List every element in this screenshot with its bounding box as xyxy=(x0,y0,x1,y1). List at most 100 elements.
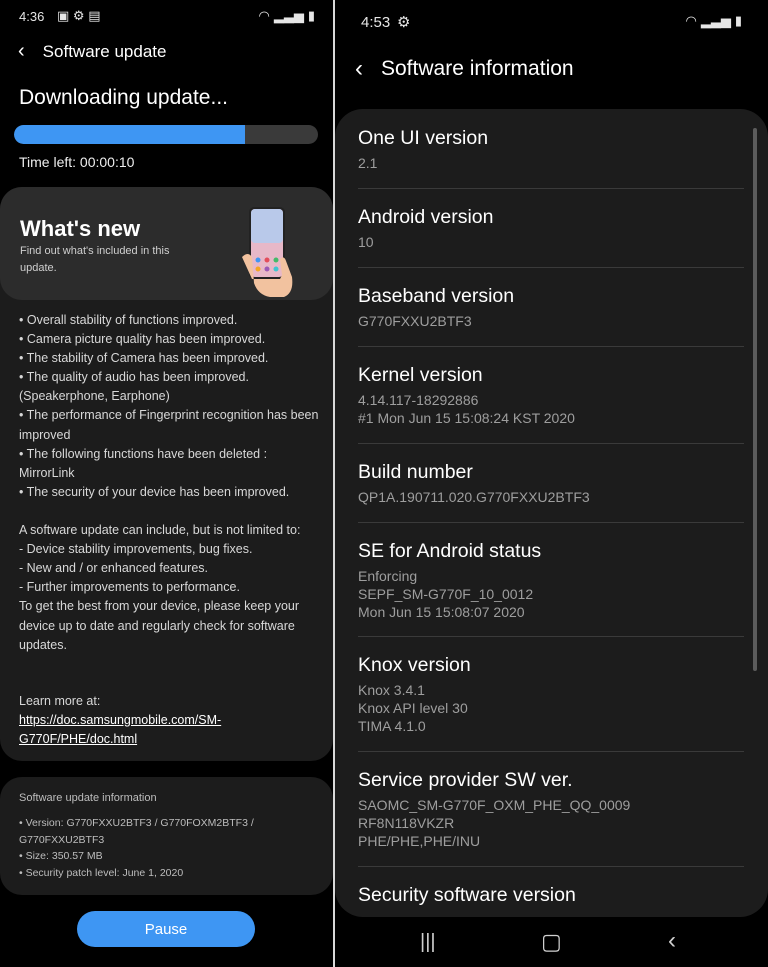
pause-button[interactable]: Pause xyxy=(77,911,255,947)
release-note-line: - New and / or enhanced features. xyxy=(19,561,209,576)
battery-icon: ▮ xyxy=(734,13,742,28)
info-row-value: 4.14.117-18292886 xyxy=(358,392,479,408)
info-row-value: SEPF_SM-G770F_10_0012 xyxy=(358,586,534,602)
release-note-line: • Camera picture quality has been improv… xyxy=(19,332,266,347)
battery-icon: ▮ xyxy=(307,8,315,23)
info-row[interactable]: Build number QP1A.190711.020.G770FXXU2BTF… xyxy=(335,443,768,522)
release-note-line: • The security of your device has been i… xyxy=(19,484,290,499)
info-row-values: SAOMC_SM-G770F_OXM_PHE_QQ_0009 RF8N118VKZ… xyxy=(358,796,748,850)
release-note-line: • The quality of audio has been improved… xyxy=(19,370,249,385)
release-note-line: • The performance of Fingerprint recogni… xyxy=(19,408,319,442)
info-row-value: Enforcing xyxy=(358,568,418,584)
info-row-values: 4.14.117-18292886 #1 Mon Jun 15 15:08:24 … xyxy=(358,391,748,427)
gear-icon: ⚙ xyxy=(397,14,411,31)
gear-icon: ⚙ xyxy=(72,8,85,23)
info-row-value: Knox API level 30 xyxy=(358,700,468,716)
info-row-label: Baseband version xyxy=(358,285,515,307)
info-row[interactable]: Baseband version G770FXXU2BTF3 xyxy=(335,267,768,346)
update-info-size: • Size: 350.57 MB xyxy=(19,850,103,862)
info-row[interactable]: SE for Android status Enforcing SEPF_SM-G7… xyxy=(335,522,768,636)
back-icon[interactable]: ‹ xyxy=(18,40,25,63)
download-progress-bar xyxy=(14,125,318,144)
info-row-label: Build number xyxy=(358,461,473,483)
signal-icon: ▂▃▅ xyxy=(700,13,731,28)
info-row-label: Knox version xyxy=(358,654,471,676)
software-update-screen: 4:36 ▣ ⚙ ▤ ◠ ▂▃▅ ▮ ‹ Software update Dow… xyxy=(0,0,333,967)
software-info-list: One UI version 2.1 Android version 10 Baseba… xyxy=(335,109,768,917)
status-system-icons: ◠ ▂▃▅ ▮ xyxy=(259,8,316,24)
info-row-value: Knox 3.4.1 xyxy=(358,682,425,698)
wifi-icon: ◠ xyxy=(258,8,270,23)
signal-icon: ▂▃▅ xyxy=(273,8,304,23)
wifi-icon: ◠ xyxy=(685,13,697,28)
info-row-value: SAOMC_SM-G770F_OXM_PHE_QQ_0009 xyxy=(358,797,631,813)
page-title: Software update xyxy=(42,41,167,61)
info-row-value: G770FXXU2BTF3 xyxy=(358,313,472,329)
info-row[interactable]: Android version 10 xyxy=(335,188,768,267)
info-row[interactable]: Knox version Knox 3.4.1 Knox API level 30 T… xyxy=(335,636,768,751)
release-note-line: To get the best from your device, please… xyxy=(19,599,300,652)
info-row[interactable]: Security software version xyxy=(335,866,768,917)
info-row-value: RF8N118VKZR xyxy=(358,815,455,831)
header: ‹ Software information xyxy=(355,55,574,83)
phone-in-hand-illustration xyxy=(242,207,293,297)
back-icon[interactable]: ‹ xyxy=(355,55,363,83)
info-row[interactable]: Kernel version 4.14.117-18292886 #1 Mon Ju… xyxy=(335,346,768,443)
update-info-body: • Version: G770FXXU2BTF3 / G770FOXM2BTF3… xyxy=(19,815,309,881)
status-system-icons: ◠ ▂▃▅ ▮ xyxy=(686,13,743,29)
update-info-patch: • Security patch level: June 1, 2020 xyxy=(19,866,184,879)
release-notes: • Overall stability of functions improve… xyxy=(19,311,319,655)
recents-icon[interactable]: ||| xyxy=(420,931,436,954)
release-note-line: • The stability of Camera has been impro… xyxy=(19,351,269,366)
info-row-label: Android version xyxy=(358,206,494,228)
release-note-line xyxy=(19,502,319,521)
release-note-line: A software update can include, but is no… xyxy=(19,523,301,538)
image-icon: ▣ xyxy=(57,8,70,23)
release-note-line: • Overall stability of functions improve… xyxy=(19,313,238,327)
info-row-value: TIMA 4.1.0 xyxy=(358,718,426,734)
whats-new-subtitle: Find out what's included in this update. xyxy=(20,245,170,274)
info-row-label: Security software version xyxy=(358,884,576,906)
info-row-values: G770FXXU2BTF3 xyxy=(358,312,748,330)
info-row-values: Knox 3.4.1 Knox API level 30 TIMA 4.1.0 xyxy=(358,681,748,735)
status-time: 4:53 xyxy=(361,14,391,31)
header: ‹ Software update xyxy=(18,40,166,63)
release-note-line: (Speakerphone, Earphone) xyxy=(19,389,170,404)
status-time: 4:36 xyxy=(19,9,45,24)
navigation-bar: ||| ▢ ‹ xyxy=(335,917,768,967)
info-rows: One UI version 2.1 Android version 10 Baseba… xyxy=(335,109,768,917)
info-row-value: 10 xyxy=(358,234,374,250)
time-left: Time left: 00:00:10 xyxy=(19,154,135,170)
release-note-line: • The following functions have been dele… xyxy=(19,446,268,480)
release-note-line: - Device stability improvements, bug fix… xyxy=(19,542,253,557)
info-row-value: PHE/PHE,PHE/INU xyxy=(358,833,481,849)
learn-more-label: Learn more at: xyxy=(19,694,101,708)
info-row-value: 2.1 xyxy=(358,155,378,171)
page-title: Software information xyxy=(381,57,574,80)
scrollbar[interactable] xyxy=(753,128,757,671)
update-info-title: Software update information xyxy=(19,792,157,804)
learn-more: Learn more at: https://doc.samsungmobile… xyxy=(19,692,319,749)
info-row-label: One UI version xyxy=(358,127,489,149)
learn-more-link[interactable]: https://doc.samsungmobile.com/SM-G770F/P… xyxy=(19,711,319,749)
info-row-values: Enforcing SEPF_SM-G770F_10_0012 Mon Jun 15… xyxy=(358,567,748,621)
download-icon: ▤ xyxy=(88,8,101,23)
download-progress-fill xyxy=(14,125,246,144)
status-bar: 4:53 ⚙ ◠ ▂▃▅ ▮ xyxy=(335,0,768,31)
info-row-values: 10 xyxy=(358,233,748,251)
info-row[interactable]: One UI version 2.1 xyxy=(335,109,768,188)
back-icon[interactable]: ‹ xyxy=(668,927,676,955)
software-information-screen: 4:53 ⚙ ◠ ▂▃▅ ▮ ‹ Software information On… xyxy=(335,0,768,967)
home-icon[interactable]: ▢ xyxy=(541,929,562,955)
info-row-value: Mon Jun 15 15:08:07 2020 xyxy=(358,604,525,620)
download-status-title: Downloading update... xyxy=(19,86,228,109)
info-row-values: 2.1 xyxy=(358,154,748,172)
info-row-label: SE for Android status xyxy=(358,540,542,562)
status-bar: 4:36 ▣ ⚙ ▤ ◠ ▂▃▅ ▮ xyxy=(0,0,333,30)
whats-new-card: What's new Find out what's included in t… xyxy=(0,187,333,761)
whats-new-title: What's new xyxy=(20,216,141,241)
update-info-version: • Version: G770FXXU2BTF3 / G770FOXM2BTF3… xyxy=(19,817,254,846)
whats-new-banner: What's new Find out what's included in t… xyxy=(0,187,333,300)
info-row-label: Kernel version xyxy=(358,364,483,386)
info-row[interactable]: Service provider SW ver. SAOMC_SM-G770F_O… xyxy=(335,751,768,866)
